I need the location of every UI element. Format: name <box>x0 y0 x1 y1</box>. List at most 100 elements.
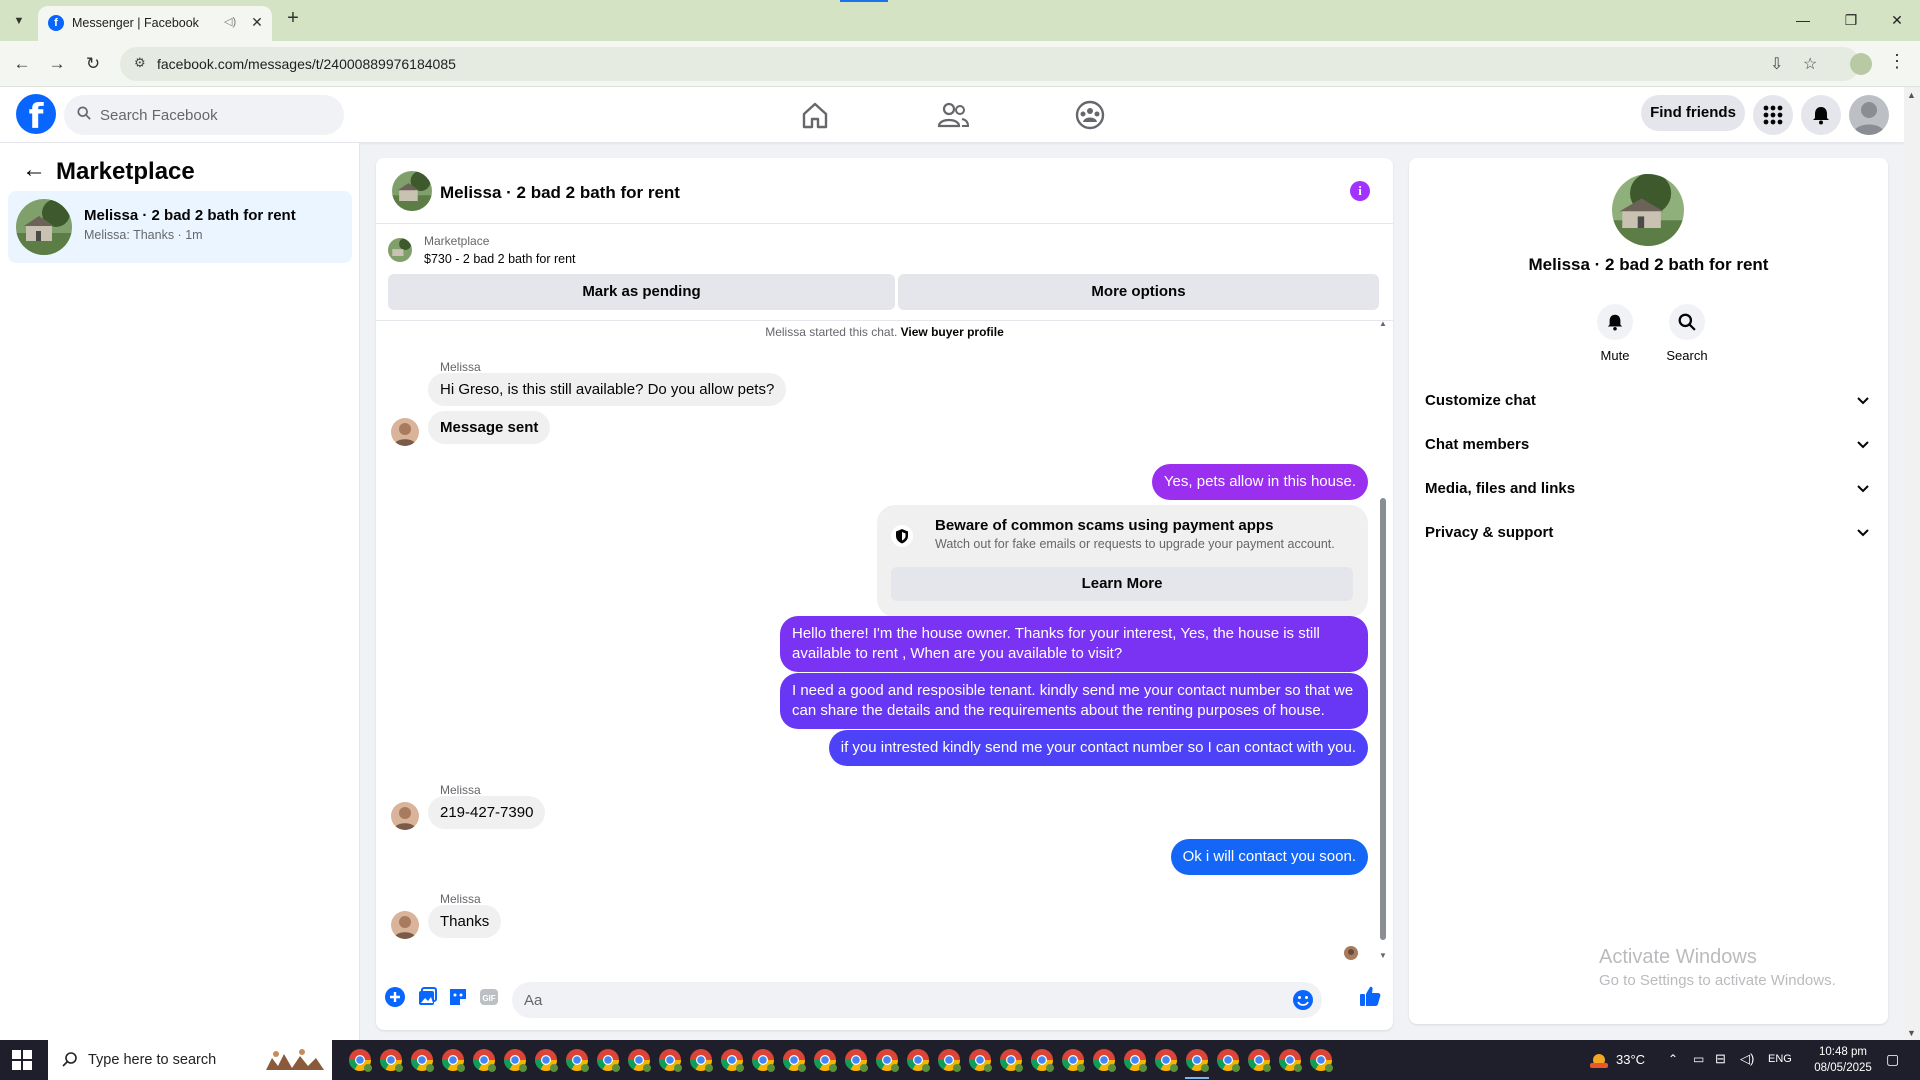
tab-search-menu-button[interactable]: ▼ <box>8 10 30 32</box>
facebook-search-input[interactable] <box>100 95 335 135</box>
page-scroll-up-icon[interactable]: ▲ <box>1907 90 1916 100</box>
add-plus-icon[interactable] <box>384 986 406 1008</box>
find-friends-button[interactable]: Find friends <box>1641 95 1745 131</box>
back-arrow-icon[interactable]: ← <box>22 158 48 185</box>
battery-icon[interactable]: ▭ <box>1693 1052 1704 1080</box>
notifications-center-icon[interactable]: ▢ <box>1886 1051 1899 1080</box>
chrome-taskbar-icon[interactable] <box>375 1044 407 1076</box>
browser-menu-icon[interactable]: ⋮ <box>1888 51 1906 72</box>
network-icon[interactable]: ⊟ <box>1715 1051 1726 1080</box>
chat-title[interactable]: Melissa · 2 bad 2 bath for rent <box>440 183 680 203</box>
chrome-taskbar-icon[interactable] <box>592 1044 624 1076</box>
chrome-taskbar-icon[interactable] <box>995 1044 1027 1076</box>
search-action[interactable]: Search <box>1657 304 1717 366</box>
tab-audio-icon[interactable]: ◁) <box>224 15 236 28</box>
chrome-taskbar-icon[interactable] <box>964 1044 996 1076</box>
restore-button[interactable]: ❐ <box>1836 8 1866 32</box>
chrome-taskbar-icon[interactable] <box>468 1044 500 1076</box>
chrome-taskbar-icon[interactable] <box>344 1044 376 1076</box>
chrome-taskbar-icon[interactable] <box>1150 1044 1182 1076</box>
site-info-icon[interactable]: ⚙ <box>134 55 146 71</box>
browser-profile-icon[interactable] <box>1850 53 1872 75</box>
windows-start-icon[interactable] <box>12 1050 32 1070</box>
chrome-taskbar-icon[interactable] <box>1181 1044 1213 1079</box>
chrome-taskbar-icon[interactable] <box>1212 1044 1244 1076</box>
chrome-taskbar-icon[interactable] <box>623 1044 655 1076</box>
outgoing-message[interactable]: Hello there! I'm the house owner. Thanks… <box>780 616 1368 672</box>
facebook-logo-icon[interactable]: f <box>16 94 56 134</box>
chrome-taskbar-icon[interactable] <box>1057 1044 1089 1076</box>
home-icon[interactable] <box>797 97 833 133</box>
chrome-taskbar-icon[interactable] <box>499 1044 531 1076</box>
chrome-taskbar-icon[interactable] <box>530 1044 562 1076</box>
conversation-info-icon[interactable]: i <box>1350 181 1370 201</box>
tab-close-icon[interactable]: ✕ <box>248 13 266 31</box>
groups-icon[interactable] <box>1072 97 1108 133</box>
chrome-taskbar-icon[interactable] <box>933 1044 965 1076</box>
chrome-taskbar-icon[interactable] <box>1305 1044 1337 1076</box>
outgoing-message[interactable]: if you intrested kindly send me your con… <box>828 730 1368 766</box>
install-app-icon[interactable]: ⇩ <box>1770 54 1783 74</box>
back-button[interactable]: ← <box>10 52 34 76</box>
photo-icon[interactable] <box>416 986 438 1008</box>
listing-price-title[interactable]: $730 - 2 bad 2 bath for rent <box>424 252 576 266</box>
volume-icon[interactable]: ◁) <box>1740 1051 1754 1080</box>
forward-button[interactable]: → <box>45 52 69 76</box>
chrome-taskbar-icon[interactable] <box>1088 1044 1120 1076</box>
show-hidden-icons[interactable]: ⌃ <box>1668 1052 1678 1080</box>
conversation-list-item[interactable]: Melissa · 2 bad 2 bath for rent Melissa:… <box>8 191 352 263</box>
privacy-support-section[interactable]: Privacy & support <box>1425 514 1871 550</box>
chat-house-thumbnail[interactable] <box>392 171 432 211</box>
menu-grid-button[interactable] <box>1753 95 1793 135</box>
message-input-box[interactable] <box>512 982 1322 1018</box>
minimize-button[interactable]: — <box>1788 8 1818 32</box>
url-text[interactable]: facebook.com/messages/t/2400088997618408… <box>157 56 456 72</box>
facebook-search-box[interactable] <box>64 95 344 135</box>
chrome-taskbar-icon[interactable] <box>778 1044 810 1076</box>
message-input[interactable] <box>524 982 1284 1018</box>
chrome-taskbar-icon[interactable] <box>561 1044 593 1076</box>
taskbar-search[interactable]: Type here to search <box>48 1040 332 1080</box>
chrome-taskbar-icon[interactable] <box>437 1044 469 1076</box>
sender-avatar[interactable] <box>391 418 419 446</box>
customize-chat-section[interactable]: Customize chat <box>1425 382 1871 418</box>
thumbs-up-icon[interactable] <box>1358 984 1382 1008</box>
details-house-thumbnail[interactable] <box>1612 174 1684 246</box>
chat-members-section[interactable]: Chat members <box>1425 426 1871 462</box>
chrome-taskbar-icon[interactable] <box>902 1044 934 1076</box>
chrome-taskbar-icon[interactable] <box>1243 1044 1275 1076</box>
chrome-taskbar-icon[interactable] <box>406 1044 438 1076</box>
message-scrollbar[interactable]: ▲ ▼ <box>1379 319 1387 963</box>
mute-button[interactable] <box>1597 304 1633 340</box>
mute-action[interactable]: Mute <box>1585 304 1645 366</box>
chrome-taskbar-icon[interactable] <box>809 1044 841 1076</box>
chrome-taskbar-icon[interactable] <box>685 1044 717 1076</box>
chrome-taskbar-icon[interactable] <box>747 1044 779 1076</box>
friends-icon[interactable] <box>935 97 971 133</box>
view-buyer-profile-link[interactable]: View buyer profile <box>901 325 1004 339</box>
address-bar[interactable]: ⚙ facebook.com/messages/t/24000889976184… <box>120 47 1860 81</box>
more-options-button[interactable]: More options <box>898 274 1379 310</box>
chrome-taskbar-icon[interactable] <box>716 1044 748 1076</box>
gif-icon[interactable]: GIF <box>478 986 500 1008</box>
scroll-up-arrow-icon[interactable]: ▲ <box>1379 319 1387 328</box>
sender-avatar[interactable] <box>391 802 419 830</box>
chrome-taskbar-icon[interactable] <box>871 1044 903 1076</box>
clock[interactable]: 10:48 pm 08/05/2025 <box>1808 1044 1878 1080</box>
page-scroll-down-icon[interactable]: ▼ <box>1907 1028 1916 1038</box>
bookmark-star-icon[interactable]: ☆ <box>1803 54 1817 74</box>
listing-thumbnail[interactable] <box>388 238 412 262</box>
window-close-button[interactable]: ✕ <box>1882 8 1912 32</box>
account-avatar[interactable] <box>1849 95 1889 135</box>
outgoing-message[interactable]: I need a good and resposible tenant. kin… <box>780 673 1368 729</box>
outgoing-message[interactable]: Yes, pets allow in this house. <box>1151 464 1368 500</box>
learn-more-button[interactable]: Learn More <box>891 567 1353 601</box>
sender-avatar[interactable] <box>391 911 419 939</box>
scroll-down-arrow-icon[interactable]: ▼ <box>1379 951 1387 960</box>
message-thread[interactable]: Melissa started this chat. View buyer pr… <box>376 320 1393 970</box>
incoming-message[interactable]: Thanks <box>428 905 502 938</box>
sticker-icon[interactable] <box>447 986 469 1008</box>
reload-button[interactable]: ↻ <box>81 52 105 76</box>
media-files-links-section[interactable]: Media, files and links <box>1425 470 1871 506</box>
chrome-taskbar-icon[interactable] <box>1026 1044 1058 1076</box>
